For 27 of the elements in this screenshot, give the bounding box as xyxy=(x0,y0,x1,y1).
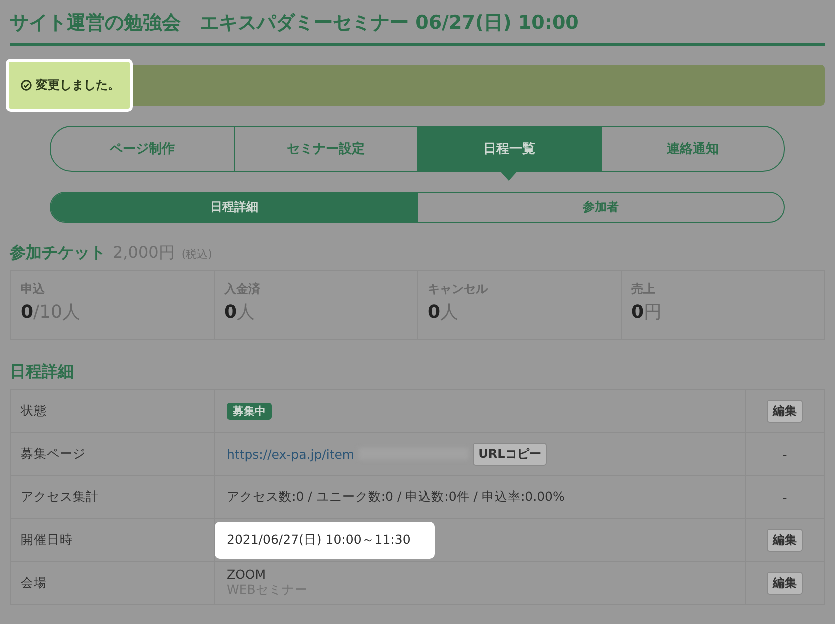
cell-value: アクセス数:0 / ユニーク数:0 / 申込数:0件 / 申込率:0.00% xyxy=(227,488,565,506)
row-label: 状態 xyxy=(10,390,214,432)
empty-mark: - xyxy=(782,446,788,462)
check-circle-icon xyxy=(21,80,32,91)
tab[interactable]: セミナー設定 xyxy=(234,127,417,171)
sub-tab[interactable]: 参加者 xyxy=(418,193,784,222)
url-copy-button[interactable]: URLコピー xyxy=(472,442,548,466)
edit-button[interactable]: 編集 xyxy=(767,528,803,552)
status-badge: 募集中 xyxy=(227,403,272,420)
page-title: サイト運営の勉強会 エキスパダミーセミナー 06/27(日) 10:00 xyxy=(10,0,825,46)
row-label: 募集ページ xyxy=(10,432,214,476)
row-label: 開催日時 xyxy=(10,518,214,562)
edit-button[interactable]: 編集 xyxy=(767,400,803,422)
message-text: 変更しました。 xyxy=(36,77,120,94)
recruit-page-link[interactable]: https://ex-pa.jp/item xyxy=(227,446,355,462)
edit-button[interactable]: 編集 xyxy=(767,572,803,594)
row-label: 会場 xyxy=(10,562,214,604)
tab[interactable]: 日程一覧 xyxy=(418,127,600,171)
section-heading: 参加チケット xyxy=(10,243,106,264)
empty-mark: - xyxy=(782,490,788,504)
tab[interactable]: 連絡通知 xyxy=(602,127,784,171)
sub-tab[interactable]: 日程詳細 xyxy=(51,193,418,222)
row-label: アクセス集計 xyxy=(10,476,214,518)
tab[interactable]: ページ制作 xyxy=(51,127,234,171)
cell-value: 2021/06/27(日) 10:00～11:30 xyxy=(227,532,411,548)
section-heading: 日程詳細 xyxy=(10,362,75,383)
cell-value: ZOOM xyxy=(227,567,268,582)
